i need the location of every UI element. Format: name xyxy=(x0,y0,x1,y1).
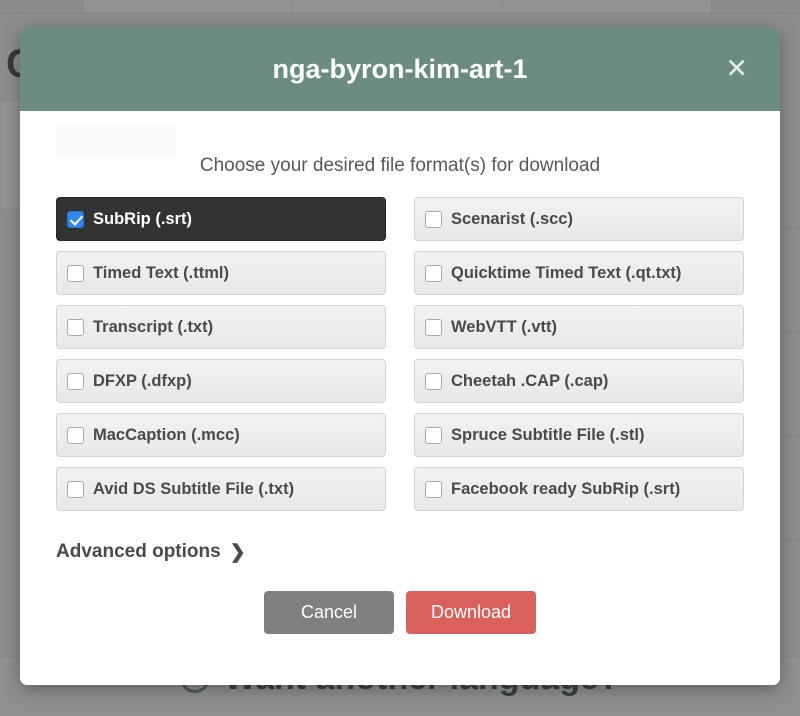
checkbox-icon[interactable] xyxy=(425,265,442,282)
format-option-label: Quicktime Timed Text (.qt.txt) xyxy=(451,264,681,283)
advanced-options-label: Advanced options xyxy=(56,541,221,563)
checkbox-icon[interactable] xyxy=(425,373,442,390)
format-option-dfxp[interactable]: DFXP (.dfxp) xyxy=(56,359,386,403)
format-option-label: Timed Text (.ttml) xyxy=(93,264,229,283)
format-option-scenarist[interactable]: Scenarist (.scc) xyxy=(414,197,744,241)
format-option-facebook-subrip[interactable]: Facebook ready SubRip (.srt) xyxy=(414,467,744,511)
format-option-webvtt[interactable]: WebVTT (.vtt) xyxy=(414,305,744,349)
format-option-label: Avid DS Subtitle File (.txt) xyxy=(93,480,294,499)
download-button[interactable]: Download xyxy=(406,591,536,634)
format-option-label: MacCaption (.mcc) xyxy=(93,426,240,445)
format-option-label: WebVTT (.vtt) xyxy=(451,318,557,337)
close-icon[interactable]: ✕ xyxy=(719,52,754,87)
checkbox-icon[interactable] xyxy=(67,211,84,228)
format-option-transcript[interactable]: Transcript (.txt) xyxy=(56,305,386,349)
modal-body: Choose your desired file format(s) for d… xyxy=(20,111,780,634)
checkbox-icon[interactable] xyxy=(67,265,84,282)
advanced-options-toggle[interactable]: Advanced options ❯ xyxy=(56,541,246,563)
chevron-right-icon: ❯ xyxy=(230,543,246,562)
checkbox-icon[interactable] xyxy=(425,481,442,498)
modal-title: nga-byron-kim-art-1 xyxy=(272,54,527,85)
format-option-label: Scenarist (.scc) xyxy=(451,210,573,229)
cancel-button[interactable]: Cancel xyxy=(264,591,394,634)
modal-actions: Cancel Download xyxy=(56,591,744,634)
format-option-spruce-subtitle[interactable]: Spruce Subtitle File (.stl) xyxy=(414,413,744,457)
checkbox-icon[interactable] xyxy=(67,319,84,336)
format-option-timed-text[interactable]: Timed Text (.ttml) xyxy=(56,251,386,295)
download-format-modal: nga-byron-kim-art-1 ✕ Choose your desire… xyxy=(20,27,780,685)
modal-header: nga-byron-kim-art-1 ✕ xyxy=(20,27,780,111)
checkbox-icon[interactable] xyxy=(67,427,84,444)
checkbox-icon[interactable] xyxy=(425,427,442,444)
format-option-label: Spruce Subtitle File (.stl) xyxy=(451,426,644,445)
format-option-subrip[interactable]: SubRip (.srt) xyxy=(56,197,386,241)
checkbox-icon[interactable] xyxy=(67,481,84,498)
checkbox-icon[interactable] xyxy=(67,373,84,390)
format-option-quicktime-timed-text[interactable]: Quicktime Timed Text (.qt.txt) xyxy=(414,251,744,295)
format-option-maccaption[interactable]: MacCaption (.mcc) xyxy=(56,413,386,457)
format-option-label: DFXP (.dfxp) xyxy=(93,372,192,391)
checkbox-icon[interactable] xyxy=(425,319,442,336)
format-option-label: Cheetah .CAP (.cap) xyxy=(451,372,608,391)
format-option-label: SubRip (.srt) xyxy=(93,210,192,229)
checkbox-icon[interactable] xyxy=(425,211,442,228)
decorative-block xyxy=(56,125,176,157)
format-option-label: Facebook ready SubRip (.srt) xyxy=(451,480,680,499)
format-options-list: SubRip (.srt) Scenarist (.scc) Timed Tex… xyxy=(56,197,744,511)
format-option-avid-ds-subtitle[interactable]: Avid DS Subtitle File (.txt) xyxy=(56,467,386,511)
format-option-label: Transcript (.txt) xyxy=(93,318,213,337)
format-option-cheetah-cap[interactable]: Cheetah .CAP (.cap) xyxy=(414,359,744,403)
